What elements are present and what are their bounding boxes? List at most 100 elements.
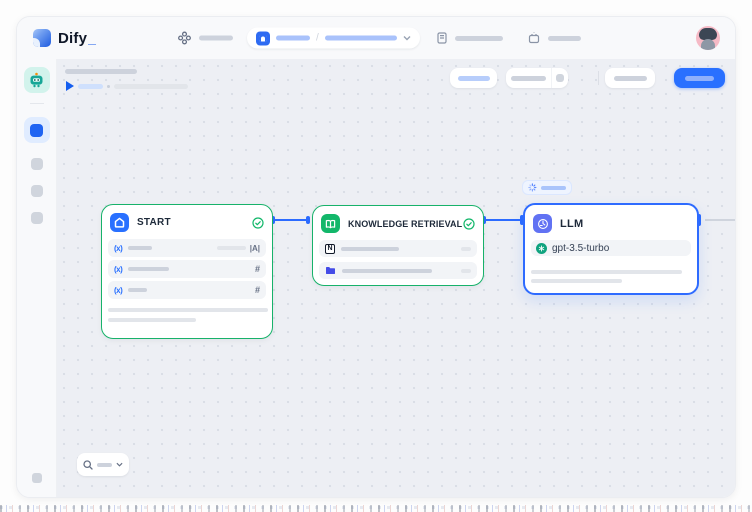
app-name-skeleton [276,36,310,41]
knowledge-datasets: N [313,240,483,279]
avatar [696,26,720,50]
logo-mark-icon [33,29,51,47]
plugins-label-skeleton [548,36,581,41]
variable-icon: (x) [114,265,122,274]
node-knowledge-header: KNOWLEDGE RETRIEVAL [313,206,483,240]
menu-icon [556,74,564,82]
variable-row: (x) # [108,260,266,278]
nav-docs[interactable] [437,32,503,44]
node-title: START [137,217,171,228]
success-check-icon [252,217,264,229]
variable-name-skeleton [128,246,152,250]
sidebar-item-1[interactable] [31,158,43,170]
variable-name-skeleton [128,288,147,292]
plugins-icon [528,32,540,44]
sidebar-item-workflow-active[interactable] [24,117,50,143]
folder-icon [325,266,336,275]
main-area: START (x) |A| [17,59,735,497]
node-llm[interactable]: LLM gpt-3.5-turbo [523,203,699,295]
llm-model-row[interactable]: gpt-3.5-turbo [531,240,691,256]
llm-model-name: gpt-3.5-turbo [552,243,609,254]
variable-row: (x) # [108,281,266,299]
dataset-row: N [319,240,477,257]
node-title: LLM [560,218,583,230]
logo[interactable]: Dify _ [33,29,96,47]
sidebar-item-2[interactable] [31,185,43,197]
node-start[interactable]: START (x) |A| [101,204,273,339]
type-label: # [255,264,260,274]
preview-button[interactable] [605,68,655,88]
publish-label-skeleton [685,76,714,81]
separator-dot [107,85,110,88]
zoom-control[interactable] [77,453,129,476]
breadcrumb-separator: / [316,33,319,44]
bottom-noise-artifact [0,505,752,512]
account-menu[interactable] [696,26,720,50]
canvas-toolbar [450,68,725,88]
run-label-skeleton [78,84,103,89]
top-bar: Dify _ / [17,17,735,59]
variable-row: (x) |A| [108,239,266,257]
node-llm-header: LLM [525,205,697,240]
edge-start-to-knowledge [275,219,308,221]
run-app-label-segment[interactable] [506,68,552,88]
node-knowledge-retrieval[interactable]: KNOWLEDGE RETRIEVAL N [312,205,484,286]
run-label-skeleton [511,76,546,81]
success-check-icon [463,218,475,230]
nav-plugins[interactable] [528,32,581,44]
dataset-name-skeleton [341,247,399,251]
last-run-row[interactable] [66,81,188,91]
nav-explore[interactable] [178,32,233,45]
llm-node-icon [533,214,552,233]
logo-cursor: _ [88,30,96,46]
sidebar-app-icon[interactable] [24,67,50,93]
features-label-skeleton [458,76,490,81]
logo-text: Dify [58,30,87,47]
variable-icon: (x) [114,244,122,253]
chevron-down-icon [116,462,123,467]
dataset-meta-skeleton [461,269,471,273]
run-app-split-button[interactable] [506,68,568,88]
explore-icon [178,32,191,45]
features-button[interactable] [450,68,497,88]
workflow-canvas[interactable]: START (x) |A| [57,59,735,497]
node-desc-skeleton [531,270,682,274]
toolbar-divider [598,71,599,85]
badge-label-skeleton [541,186,566,190]
page: Dify _ / [0,0,752,512]
dataset-name-skeleton [342,269,432,273]
variable-name-skeleton [128,267,169,271]
publish-button[interactable] [674,68,725,88]
node-title: KNOWLEDGE RETRIEVAL [348,219,462,229]
docs-label-skeleton [455,36,503,41]
node-desc-skeleton [108,308,268,312]
openai-icon [536,243,547,254]
preview-label-skeleton [614,76,647,81]
dataset-row [319,262,477,279]
run-app-menu-segment[interactable] [552,68,568,88]
sidebar [17,59,57,497]
sidebar-divider [30,103,44,104]
app-robot-icon [256,31,270,45]
zoom-value-skeleton [97,463,112,467]
variable-type: |A| [217,244,260,253]
app-window: Dify _ / [16,16,736,498]
node-desc-skeleton [108,318,196,322]
start-variables: (x) |A| (x) # [102,239,272,299]
sidebar-item-bottom[interactable] [32,473,42,483]
variable-icon: (x) [114,286,122,295]
teal-robot-icon [28,72,45,88]
edge-knowledge-to-llm [486,219,521,221]
edge-llm-to-offscreen [705,219,736,221]
workflow-title-skeleton [65,69,137,74]
search-icon [83,460,93,470]
nav-label-skeleton [199,36,233,41]
workflow-name-skeleton [325,36,397,41]
chevron-down-icon [403,36,411,41]
dataset-meta-skeleton [461,247,471,251]
docs-icon [437,32,447,44]
sidebar-item-3[interactable] [31,212,43,224]
variable-value-skeleton [217,246,246,250]
handle-knowledge-in[interactable] [306,216,310,224]
app-switcher[interactable]: / [247,28,420,49]
